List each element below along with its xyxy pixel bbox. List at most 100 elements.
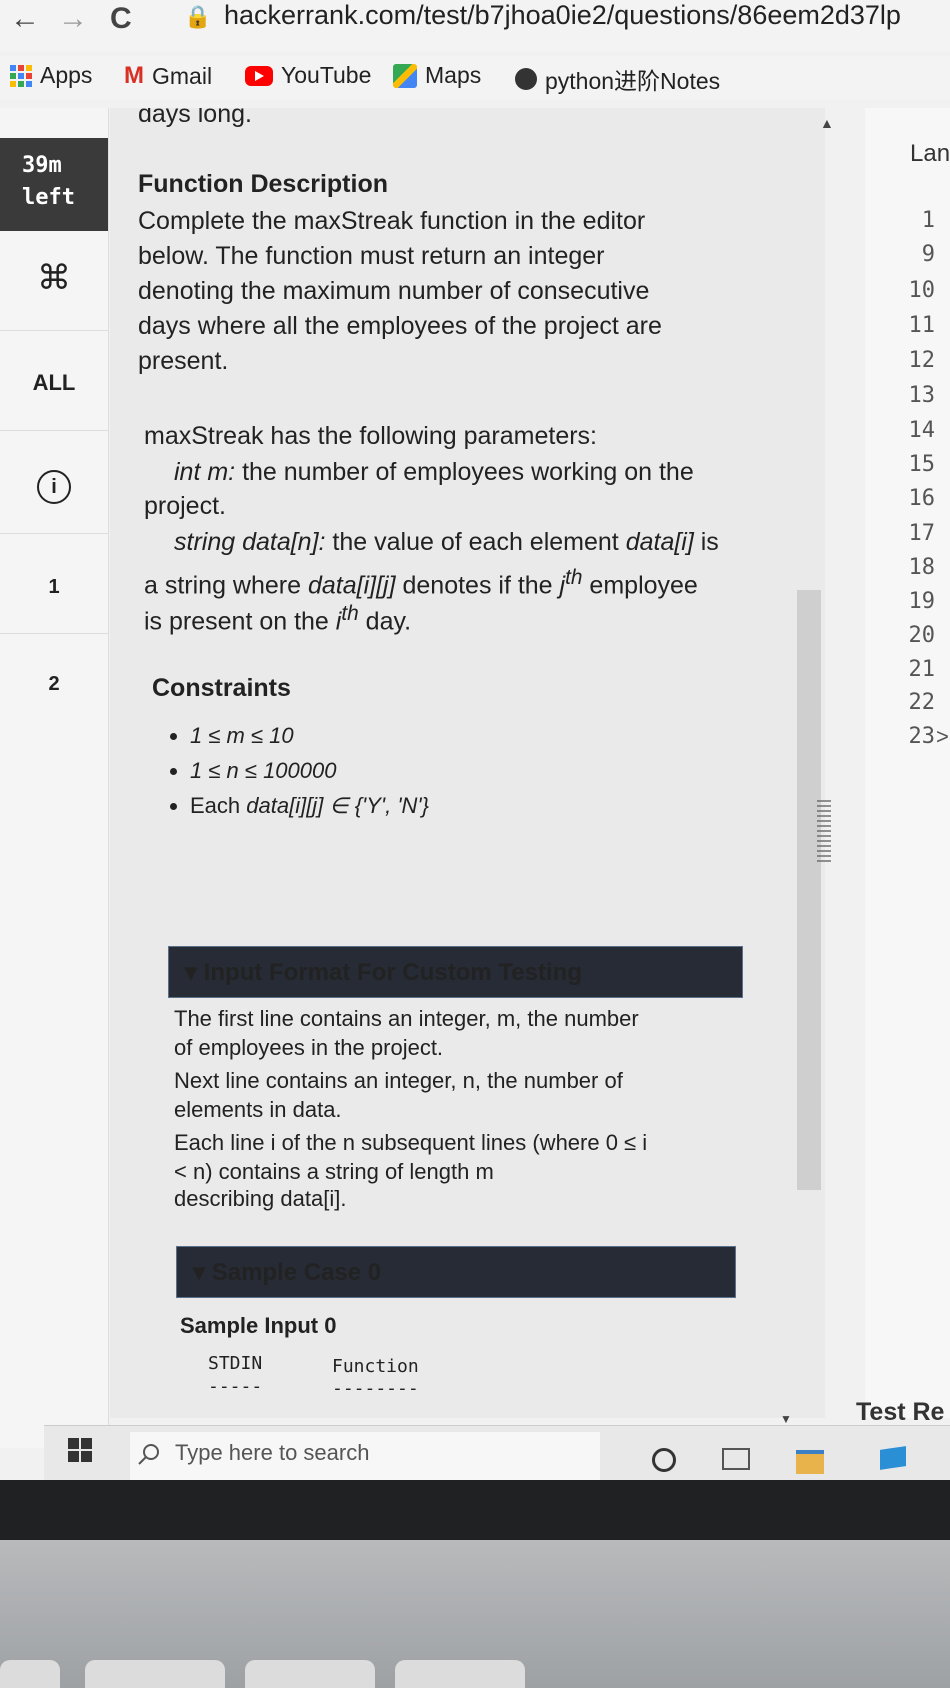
key xyxy=(0,1660,60,1688)
line-number: 15 xyxy=(908,452,936,477)
text: employee xyxy=(582,571,698,600)
text: is present on the xyxy=(144,607,336,636)
key xyxy=(245,1660,375,1688)
input-format-line: describing data[i]. xyxy=(174,1186,347,1211)
line-number: 1 xyxy=(921,208,935,233)
task-view-icon[interactable] xyxy=(722,1448,750,1470)
scroll-down-arrow-icon[interactable]: ▼ xyxy=(780,1412,792,1426)
bookmark-label: Apps xyxy=(40,62,93,88)
code-editor[interactable] xyxy=(865,108,950,1418)
gmail-icon: M xyxy=(124,62,144,89)
question-nav: 39m left ⌘ ALL i 1 2 xyxy=(0,108,109,1448)
globe-icon xyxy=(515,68,537,90)
input-format-line: of employees in the project. xyxy=(174,1035,444,1060)
scroll-up-arrow-icon[interactable]: ▲ xyxy=(820,115,834,131)
line-number: 21 xyxy=(908,657,936,682)
param-m-desc-2: project. xyxy=(144,492,226,520)
line-number: 19 xyxy=(908,589,936,614)
bookmark-maps[interactable]: Maps xyxy=(393,62,481,89)
divider xyxy=(0,430,108,431)
param-data-elem: data[i] xyxy=(625,528,694,556)
timer-suffix: left xyxy=(22,185,75,210)
input-format-line: Next line contains an integer, n, the nu… xyxy=(174,1068,623,1093)
apps-grid-icon xyxy=(10,64,32,87)
bookmark-label: python进阶Notes xyxy=(545,68,721,94)
screen: ← → C 🔒 hackerrank.com/test/b7jhoa0ie2/q… xyxy=(0,0,950,1480)
constraints-list: 1 ≤ m ≤ 10 1 ≤ n ≤ 100000 Each data[i][j… xyxy=(110,718,810,848)
info-button[interactable]: i xyxy=(0,470,108,504)
windows-start-icon[interactable] xyxy=(68,1438,92,1462)
param-data-desc: the value of each element xyxy=(325,528,626,556)
constraint-item: 1 ≤ n ≤ 100000 xyxy=(190,753,429,788)
command-icon[interactable]: ⌘ xyxy=(0,258,108,298)
sample-case-0-toggle[interactable]: ▾ Sample Case 0 xyxy=(176,1246,736,1298)
question-2-tab[interactable]: 2 xyxy=(0,673,108,696)
param-data-line-3: is present on the ith day. xyxy=(144,596,411,639)
desc-line: present. xyxy=(138,347,229,375)
desc-line-text: Complete the maxStreak function in the e… xyxy=(138,207,646,235)
text: data[i][j] ∈ {'Y', 'N'} xyxy=(246,793,429,818)
input-format-line: The first line contains an integer, m, t… xyxy=(174,1006,639,1031)
desc-line: below. The function must return an integ… xyxy=(138,242,605,270)
all-questions-tab[interactable]: ALL xyxy=(0,370,108,396)
sample-input-heading: Sample Input 0 xyxy=(180,1313,337,1338)
input-format-line: < n) contains a string of length m xyxy=(174,1159,494,1184)
stdin-label: STDIN xyxy=(208,1353,263,1374)
line-number: 12 xyxy=(908,348,936,373)
bookmark-apps[interactable]: Apps xyxy=(10,62,92,89)
params-intro: maxStreak has the following parameters: xyxy=(144,422,597,450)
key xyxy=(395,1660,525,1688)
problem-statement: days long. Function Description Complete… xyxy=(110,108,825,1418)
line-number: 9 xyxy=(921,242,935,267)
param-data-is: is xyxy=(693,528,719,556)
test-results-tab[interactable]: Test Re xyxy=(856,1398,944,1427)
function-label: Function xyxy=(332,1356,419,1377)
scrollbar-thumb[interactable] xyxy=(797,590,821,1190)
lock-icon: 🔒 xyxy=(184,4,212,29)
input-format-toggle[interactable]: ▾ Input Format For Custom Testing xyxy=(168,946,743,998)
function-description-heading: Function Description xyxy=(138,170,388,198)
divider xyxy=(0,533,108,534)
desc-line: Complete the maxStreak function in the e… xyxy=(138,203,645,239)
cutoff-text: days long. xyxy=(138,108,252,128)
cortana-icon[interactable] xyxy=(652,1448,676,1472)
back-button[interactable]: ← xyxy=(10,2,40,36)
param-m-desc: the number of employees working on the xyxy=(235,458,694,486)
bookmark-gmail[interactable]: M Gmail xyxy=(124,62,212,90)
line-number: 11 xyxy=(908,313,936,338)
file-explorer-icon[interactable] xyxy=(796,1450,824,1474)
info-icon: i xyxy=(37,470,71,504)
param-m-name: int m: xyxy=(174,458,236,486)
bookmark-label: Gmail xyxy=(152,62,213,89)
bookmark-python-notes[interactable]: python进阶Notes xyxy=(515,62,720,96)
question-1-tab[interactable]: 1 xyxy=(0,576,108,599)
input-format-line: Each line i of the n subsequent lines (w… xyxy=(174,1130,648,1155)
line-number: 17 xyxy=(908,521,936,546)
search-icon xyxy=(138,1444,159,1465)
timer-value: 39m xyxy=(22,153,62,178)
bookmark-youtube[interactable]: YouTube xyxy=(245,62,371,89)
line-number: 22 xyxy=(908,690,936,715)
pane-resize-handle[interactable] xyxy=(817,800,831,864)
laptop-bezel xyxy=(0,1480,950,1540)
text: Each xyxy=(190,793,247,818)
desc-line: days where all the employees of the proj… xyxy=(138,312,662,340)
text: day. xyxy=(358,607,412,636)
bookmarks-bar: Apps M Gmail YouTube Maps python进阶Notes xyxy=(0,56,950,100)
forward-button[interactable]: → xyxy=(58,2,88,36)
key xyxy=(85,1660,225,1688)
url-field[interactable]: hackerrank.com/test/b7jhoa0ie2/questions… xyxy=(224,0,901,31)
divider xyxy=(0,633,108,634)
address-bar: ← → C 🔒 hackerrank.com/test/b7jhoa0ie2/q… xyxy=(0,0,950,52)
line-number: 14 xyxy=(908,418,936,443)
desc-line: denoting the maximum number of consecuti… xyxy=(138,277,650,305)
search-placeholder: Type here to search xyxy=(175,1440,370,1465)
store-icon[interactable] xyxy=(880,1446,906,1470)
language-selector[interactable]: Lan xyxy=(910,140,950,168)
maps-icon xyxy=(393,63,417,88)
line-number: 18 xyxy=(908,555,936,580)
bookmark-label: YouTube xyxy=(281,62,372,88)
reload-button[interactable]: C xyxy=(110,2,132,36)
expand-arrow-icon[interactable]: > xyxy=(936,724,949,750)
input-format-line: elements in data. xyxy=(174,1097,342,1122)
